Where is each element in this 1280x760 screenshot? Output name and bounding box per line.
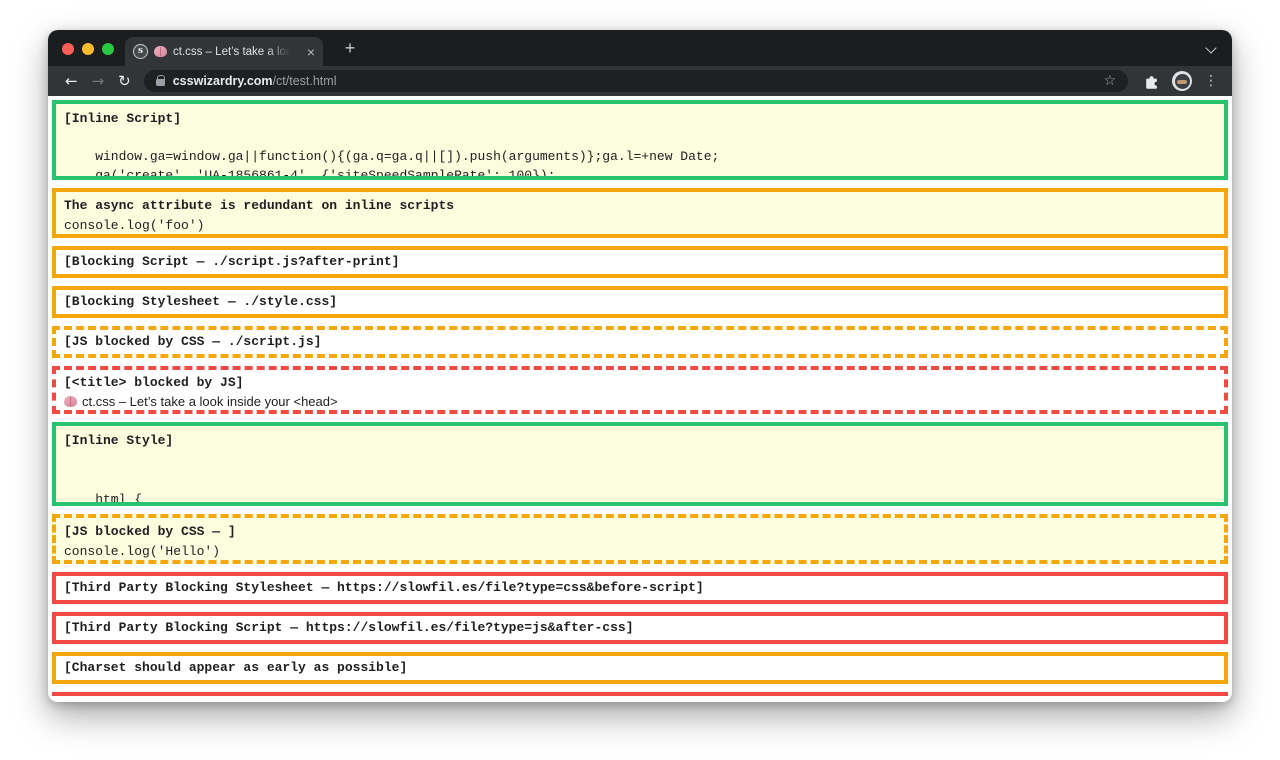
item-label: [Inline Script] — [64, 111, 182, 126]
head-item-inline-script: [Inline Script] window.ga=window.ga||fun… — [52, 100, 1228, 180]
item-code-line: ga('create', 'UA-1856861-4', {'siteSpeed… — [64, 168, 556, 180]
item-label: [JS blocked by CSS — ] — [64, 524, 236, 539]
brain-emoji-icon — [64, 396, 77, 407]
extensions-puzzle-icon[interactable] — [1144, 73, 1160, 89]
chevron-down-icon[interactable] — [1207, 44, 1216, 53]
item-code-line: console.log('Hello') — [64, 544, 221, 559]
item-label: [Blocking Stylesheet — ./style.css] — [64, 294, 338, 309]
head-item-blocking-stylesheet: [Blocking Stylesheet — ./style.css] — [52, 286, 1228, 318]
page-content: [Inline Script] window.ga=window.ga||fun… — [48, 96, 1232, 702]
item-code-line: window.ga=window.ga||function(){(ga.q=ga… — [64, 149, 720, 164]
head-item-js-blocked-by-css-inline: [JS blocked by CSS — ] console.log('Hell… — [52, 514, 1228, 564]
tab-ct-css[interactable]: s ct.css – Let’s take a look inside your… — [125, 37, 323, 66]
url-text: csswizardry.com/ct/test.html — [173, 74, 337, 88]
minimize-window-button[interactable] — [82, 43, 94, 55]
forward-button[interactable]: → — [92, 73, 105, 89]
item-label: [Inline Style] — [64, 433, 174, 448]
item-label: [Blocking Script — ./script.js?after-pri… — [64, 254, 400, 269]
lock-icon[interactable] — [155, 75, 166, 86]
address-bar[interactable]: csswizardry.com/ct/test.html ☆ — [143, 70, 1128, 92]
head-item-inline-style: [Inline Style] html { — [52, 422, 1228, 506]
item-code-line: html { — [64, 492, 143, 506]
head-item-js-blocked-by-css: [JS blocked by CSS — ./script.js] — [52, 326, 1228, 358]
bookmark-star-icon[interactable]: ☆ — [1103, 73, 1116, 89]
reload-button[interactable]: ↻ — [118, 73, 131, 89]
head-item-third-party-stylesheet: [Third Party Blocking Stylesheet — https… — [52, 572, 1228, 604]
site-favicon-icon: s — [133, 44, 148, 59]
document-title-line: ct.css – Let’s take a look inside your <… — [64, 392, 1216, 410]
document-title-text: ct.css – Let’s take a look inside your <… — [82, 394, 338, 409]
head-item-async-warning: The async attribute is redundant on inli… — [52, 188, 1228, 238]
head-item-title-blocked-by-js: [<title> blocked by JS] ct.css – Let’s t… — [52, 366, 1228, 414]
item-label: The async attribute is redundant on inli… — [64, 198, 455, 213]
zoom-window-button[interactable] — [102, 43, 114, 55]
item-code-line: console.log('foo') — [64, 218, 205, 233]
item-label: [JS blocked by CSS — ./script.js] — [64, 334, 322, 349]
profile-avatar[interactable] — [1172, 71, 1192, 91]
new-tab-button[interactable]: + — [338, 36, 362, 60]
item-label: [Third Party Blocking Stylesheet — https… — [64, 580, 704, 595]
head-item-third-party-script: [Third Party Blocking Script — https://s… — [52, 612, 1228, 644]
item-label: [<title> blocked by JS] — [64, 375, 244, 390]
url-path: /ct/test.html — [272, 74, 337, 88]
browser-window: s ct.css – Let’s take a look inside your… — [48, 30, 1232, 702]
screenshot: s ct.css – Let’s take a look inside your… — [0, 0, 1280, 760]
tab-close-icon[interactable]: × — [307, 45, 315, 59]
url-domain: csswizardry.com — [172, 74, 273, 88]
clipped-next-box-border — [52, 692, 1228, 697]
menu-dots-icon[interactable]: ⋮ — [1204, 73, 1218, 89]
tab-title: ct.css – Let’s take a look inside your <… — [173, 45, 293, 58]
navigation-bar: ← → ↻ csswizardry.com/ct/test.html ☆ ⋮ — [48, 66, 1232, 96]
back-button[interactable]: ← — [65, 73, 78, 89]
head-item-charset-warning: [Charset should appear as early as possi… — [52, 652, 1228, 684]
tab-strip: s ct.css – Let’s take a look inside your… — [48, 30, 1232, 66]
brain-emoji-icon — [154, 46, 167, 57]
close-window-button[interactable] — [62, 43, 74, 55]
item-label: [Charset should appear as early as possi… — [64, 660, 408, 675]
item-label: [Third Party Blocking Script — https://s… — [64, 620, 634, 635]
head-item-blocking-script: [Blocking Script — ./script.js?after-pri… — [52, 246, 1228, 278]
